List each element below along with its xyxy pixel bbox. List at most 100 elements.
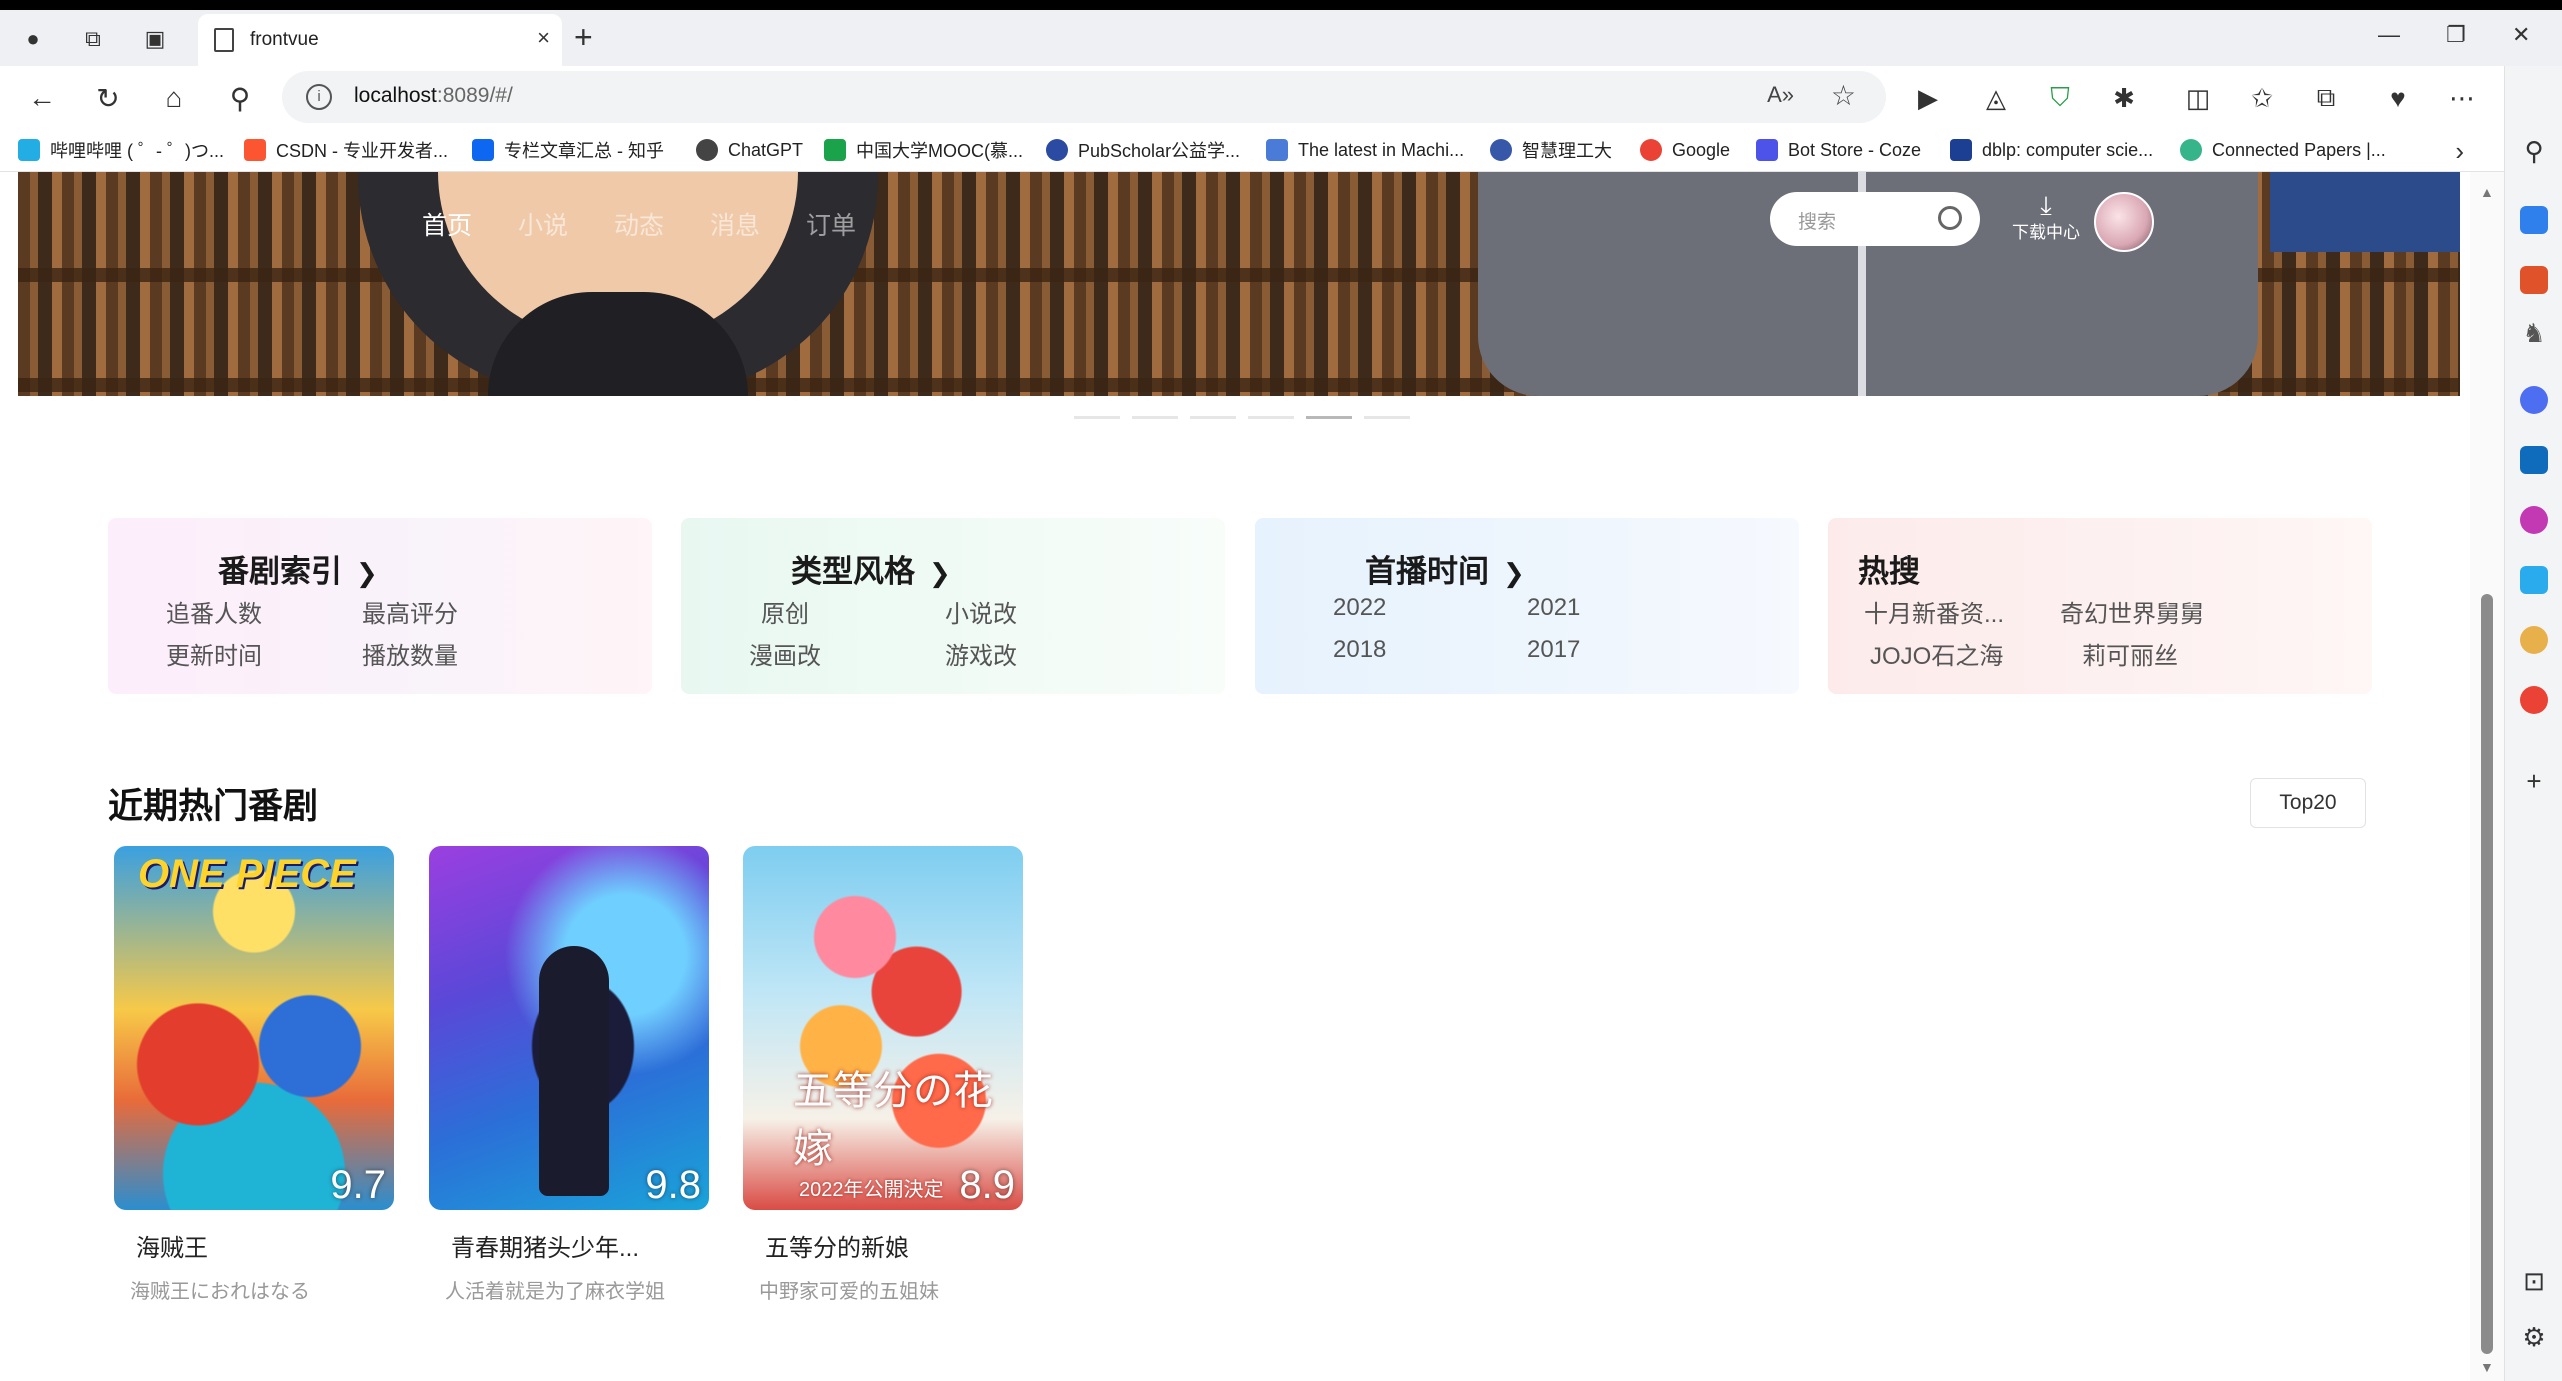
scrollbar-thumb[interactable] — [2481, 594, 2493, 1354]
copilot-designer-icon[interactable] — [2520, 506, 2548, 534]
bookmark-dblp[interactable]: dblp: computer scie... — [1950, 136, 2153, 164]
tools-icon[interactable] — [2520, 266, 2548, 294]
anime-card[interactable]: 五等分の花嫁 2022年公開決定 8.9 五等分的新娘 中野家可爱的五姐妹 — [743, 846, 1023, 1304]
play-extension-icon[interactable]: ▶ — [1908, 78, 1948, 118]
anime-name[interactable]: 海贼王 — [136, 1228, 394, 1263]
address-bar[interactable]: i localhost:8089/#/ A» ☆ — [282, 71, 1886, 123]
nav-messages[interactable]: 消息 — [710, 206, 806, 242]
download-center-button[interactable]: ⤓ 下载中心 — [2006, 192, 2086, 243]
extensions-puzzle-icon[interactable]: ✱ — [2104, 78, 2144, 118]
user-avatar[interactable] — [2094, 192, 2154, 252]
anime-card[interactable]: ONE PIECE 9.7 海贼王 海贼王におれはなる — [114, 846, 394, 1304]
favorite-star-icon[interactable]: ☆ — [1831, 79, 1856, 112]
bookmark-pubscholar[interactable]: PubScholar公益学... — [1046, 136, 1240, 164]
carousel-dot-active[interactable] — [1306, 416, 1352, 419]
collections-icon[interactable]: ⧉ — [2306, 78, 2346, 118]
refresh-icon[interactable]: ↻ — [88, 78, 128, 118]
nav-novel[interactable]: 小说 — [518, 206, 614, 242]
category-option[interactable]: 2017 — [1527, 636, 1580, 664]
search-icon[interactable] — [1938, 206, 1962, 230]
restore-icon[interactable]: ❐ — [2446, 22, 2466, 48]
site-info-icon[interactable]: i — [306, 84, 332, 110]
profile-icon[interactable]: ● — [16, 22, 50, 56]
bookmark-csdn[interactable]: CSDN - 专业开发者... — [244, 136, 448, 164]
anime-poster[interactable]: 9.8 — [429, 846, 709, 1210]
bookmark-mooc[interactable]: 中国大学MOOC(慕... — [824, 136, 1023, 164]
category-option[interactable]: 游戏改 — [945, 636, 1017, 671]
tab-frontvue[interactable]: frontvue × — [198, 14, 562, 66]
category-option[interactable]: 漫画改 — [749, 636, 821, 671]
screenshot-icon[interactable]: ⊡ — [2518, 1266, 2550, 1297]
settings-gear-icon[interactable]: ⚙ — [2518, 1322, 2550, 1353]
scroll-down-icon[interactable]: ▼ — [2480, 1359, 2494, 1375]
nav-home[interactable]: 首页 — [422, 206, 518, 242]
category-option[interactable]: 播放数量 — [362, 636, 458, 671]
microsoft-365-icon[interactable] — [2520, 386, 2548, 414]
category-option[interactable]: 小说改 — [945, 594, 1017, 629]
hot-search-item[interactable]: JOJO石之海 — [1870, 636, 2003, 671]
nav-feed[interactable]: 动态 — [614, 206, 710, 242]
page-scrollbar[interactable]: ▲ ▼ — [2470, 172, 2504, 1381]
anime-poster[interactable]: 五等分の花嫁 2022年公開決定 8.9 — [743, 846, 1023, 1210]
url-text[interactable]: localhost:8089/#/ — [354, 84, 513, 108]
hero-banner[interactable]: 首页 小说 动态 消息 订单 搜索 ⤓ 下载中心 — [18, 172, 2460, 396]
category-option[interactable]: 2022 — [1333, 594, 1386, 622]
browser-essentials-icon[interactable]: ♥ — [2378, 78, 2418, 118]
extension-a-icon[interactable]: ◬ — [1976, 78, 2016, 118]
google-icon[interactable] — [2520, 686, 2548, 714]
home-icon[interactable]: ⌂ — [154, 78, 194, 118]
new-tab-button[interactable]: + — [574, 20, 593, 54]
category-title[interactable]: 首播时间 ❯ — [1365, 546, 1525, 591]
scroll-up-icon[interactable]: ▲ — [2480, 184, 2494, 200]
bookmark-connected-papers[interactable]: Connected Papers |... — [2180, 136, 2386, 164]
close-window-icon[interactable]: ✕ — [2512, 22, 2530, 48]
anime-name[interactable]: 五等分的新娘 — [765, 1228, 1023, 1263]
bookmark-chatgpt[interactable]: ChatGPT — [696, 136, 803, 164]
category-option[interactable]: 追番人数 — [166, 594, 262, 629]
anime-poster[interactable]: ONE PIECE 9.7 — [114, 846, 394, 1210]
carousel-dot[interactable] — [1074, 416, 1120, 419]
bookmark-ml[interactable]: The latest in Machi... — [1266, 136, 1464, 164]
close-tab-icon[interactable]: × — [537, 25, 550, 51]
minimize-icon[interactable]: — — [2378, 22, 2400, 48]
hot-search-item[interactable]: 十月新番资... — [1864, 594, 2004, 629]
vertical-tabs-icon[interactable]: ▣ — [138, 22, 172, 56]
site-search-input[interactable]: 搜索 — [1770, 192, 1980, 246]
category-option[interactable]: 更新时间 — [166, 636, 262, 671]
games-icon[interactable]: ♞ — [2518, 318, 2550, 349]
shield-extension-icon[interactable]: ⛉ — [2040, 78, 2080, 118]
outlook-icon[interactable] — [2520, 446, 2548, 474]
top20-button[interactable]: Top20 — [2250, 778, 2366, 828]
workspaces-icon[interactable]: ⧉ — [76, 22, 110, 56]
anime-card[interactable]: 9.8 青春期猪头少年... 人活着就是为了麻衣学姐 — [429, 846, 709, 1304]
search-icon[interactable]: ⚲ — [220, 78, 260, 118]
split-screen-icon[interactable]: ◫ — [2178, 78, 2218, 118]
hot-search-item[interactable]: 莉可丽丝 — [2082, 636, 2178, 671]
bookmark-bilibili[interactable]: 哔哩哔哩 ( ゜- ゜)つ... — [18, 136, 224, 164]
category-option[interactable]: 2021 — [1527, 594, 1580, 622]
more-menu-icon[interactable]: ⋯ — [2442, 78, 2482, 118]
bookmark-coze[interactable]: Bot Store - Coze — [1756, 136, 1921, 164]
anime-name[interactable]: 青春期猪头少年... — [451, 1228, 709, 1263]
telegram-icon[interactable] — [2520, 566, 2548, 594]
carousel-dot[interactable] — [1364, 416, 1410, 419]
favorites-icon[interactable]: ✩ — [2242, 78, 2282, 118]
nav-orders[interactable]: 订单 — [806, 206, 902, 242]
category-option[interactable]: 最高评分 — [362, 594, 458, 629]
sidebar-search-icon[interactable]: ⚲ — [2518, 136, 2550, 167]
cookie-icon[interactable] — [2520, 626, 2548, 654]
carousel-dot[interactable] — [1190, 416, 1236, 419]
add-icon[interactable]: + — [2518, 766, 2550, 797]
carousel-dot[interactable] — [1132, 416, 1178, 419]
bookmark-whut[interactable]: 智慧理工大 — [1490, 136, 1612, 164]
chevron-right-icon[interactable]: › — [2455, 136, 2464, 167]
back-icon[interactable]: ← — [22, 78, 62, 118]
category-option[interactable]: 原创 — [761, 594, 809, 629]
category-title[interactable]: 番剧索引 ❯ — [218, 546, 378, 591]
bookmark-zhihu[interactable]: 专栏文章汇总 - 知乎 — [472, 136, 664, 164]
bookmark-google[interactable]: Google — [1640, 136, 1730, 164]
category-title[interactable]: 类型风格 ❯ — [791, 546, 951, 591]
read-aloud-icon[interactable]: A» — [1767, 82, 1794, 108]
category-option[interactable]: 2018 — [1333, 636, 1386, 664]
hot-search-item[interactable]: 奇幻世界舅舅 — [2060, 594, 2204, 629]
